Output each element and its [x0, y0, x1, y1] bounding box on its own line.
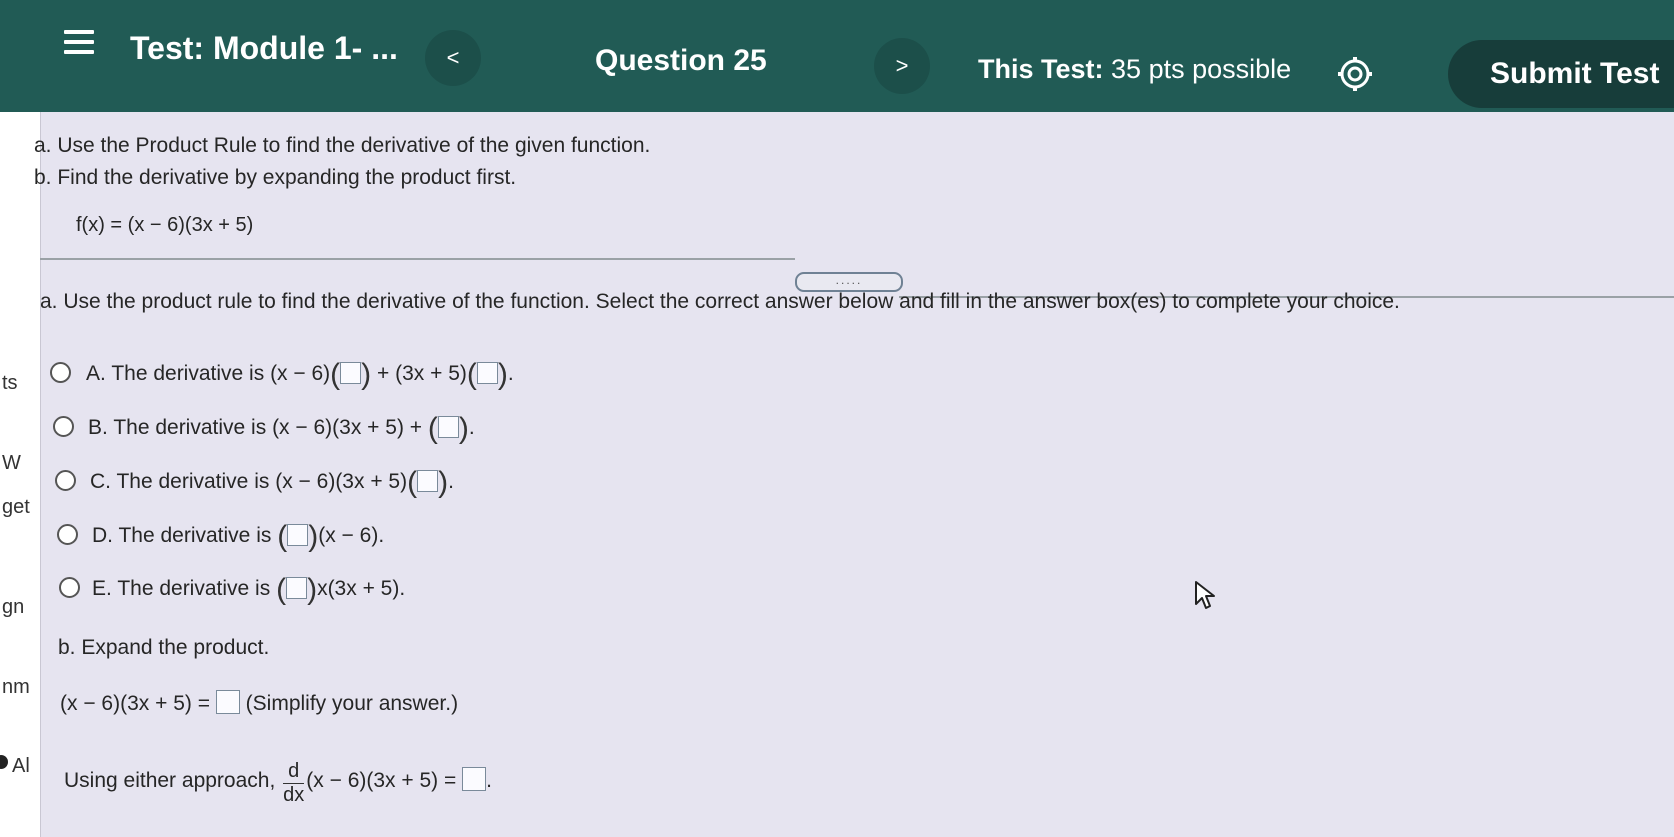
- submit-test-button[interactable]: Submit Test: [1448, 40, 1674, 108]
- option-b-text: The derivative is: [113, 416, 267, 439]
- option-c-text: The derivative is: [116, 470, 270, 493]
- next-question-button[interactable]: >: [874, 38, 930, 94]
- expand-product-line: (x − 6)(3x + 5) = (Simplify your answer.…: [60, 690, 458, 716]
- strip-text-1: ts: [2, 372, 18, 394]
- expand-lhs: (x − 6)(3x + 5) =: [60, 692, 210, 715]
- option-d: D. The derivative is ()(x − 6).: [92, 520, 385, 553]
- option-e-radio[interactable]: [59, 577, 80, 598]
- option-d-post: (x − 6).: [318, 524, 385, 547]
- option-c-post: .: [448, 470, 454, 493]
- points-prefix: This Test:: [978, 54, 1104, 84]
- strip-text-3: get: [2, 496, 30, 518]
- option-a-text: The derivative is: [111, 362, 265, 385]
- option-b-radio[interactable]: [53, 416, 74, 437]
- option-d-radio[interactable]: [57, 524, 78, 545]
- problem-part-a: a. Use the Product Rule to find the deri…: [34, 134, 651, 157]
- option-d-letter: D.: [92, 524, 113, 547]
- strip-text-5: nm: [2, 676, 30, 698]
- option-c-radio[interactable]: [55, 470, 76, 491]
- settings-gear-icon[interactable]: [1337, 56, 1373, 92]
- option-e-answer-box[interactable]: [286, 577, 308, 599]
- option-b-answer-box[interactable]: [437, 416, 459, 438]
- option-c-answer-box[interactable]: [417, 470, 439, 492]
- expand-answer-box[interactable]: [215, 690, 240, 714]
- question-part-a: a. Use the product rule to find the deri…: [40, 290, 1400, 313]
- option-a-post: .: [507, 362, 514, 385]
- test-points: This Test: 35 pts possible: [978, 54, 1291, 85]
- section-divider-left: [40, 258, 795, 260]
- option-c-letter: C.: [90, 470, 111, 493]
- option-d-text: The derivative is: [118, 524, 272, 547]
- option-b: B. The derivative is (x − 6)(3x + 5) + (…: [88, 412, 475, 445]
- strip-text-4: gn: [2, 596, 25, 618]
- option-a-answer-box-1[interactable]: [340, 362, 362, 384]
- option-e-letter: E.: [92, 577, 112, 600]
- menu-icon[interactable]: [64, 30, 94, 56]
- option-a: A. The derivative is (x − 6)() + (3x + 5…: [86, 358, 514, 391]
- expand-hint: (Simplify your answer.): [245, 692, 459, 715]
- option-c-pre: (x − 6)(3x + 5): [275, 470, 408, 493]
- function-expression: f(x) = (x − 6)(3x + 5): [76, 214, 254, 236]
- option-a-mid: + (3x + 5): [371, 362, 467, 385]
- strip-text-6: Al: [12, 755, 30, 777]
- points-value: 35 pts possible: [1111, 54, 1292, 84]
- strip-text-2: W: [2, 452, 21, 474]
- panel-resize-handle[interactable]: .....: [795, 272, 903, 292]
- test-header-bar: Test: Module 1- ... < Question 25 > This…: [0, 0, 1674, 112]
- option-e-post: x(3x + 5).: [317, 577, 406, 600]
- option-b-post: .: [468, 416, 475, 439]
- option-a-letter: A.: [86, 362, 106, 385]
- option-b-pre: (x − 6)(3x + 5) +: [272, 416, 428, 439]
- question-part-b: b. Expand the product.: [58, 636, 270, 659]
- option-a-pre: (x − 6): [270, 362, 331, 385]
- option-d-answer-box[interactable]: [287, 524, 309, 546]
- question-number: Question 25: [595, 44, 767, 77]
- mouse-cursor-icon: [1195, 581, 1215, 609]
- test-title[interactable]: Test: Module 1- ...: [130, 30, 398, 67]
- final-post: .: [486, 769, 492, 792]
- final-answer-box[interactable]: [462, 767, 487, 791]
- final-derivative-line: Using either approach, d dx (x − 6)(3x + 5…: [64, 760, 492, 807]
- option-b-letter: B.: [88, 416, 108, 439]
- option-e: E. The derivative is ()x(3x + 5).: [92, 573, 406, 606]
- final-expression: (x − 6)(3x + 5) =: [306, 769, 457, 792]
- final-prefix: Using either approach,: [64, 769, 276, 792]
- option-a-answer-box-2[interactable]: [476, 362, 498, 384]
- previous-question-button[interactable]: <: [425, 30, 481, 86]
- option-a-radio[interactable]: [50, 362, 71, 383]
- option-c: C. The derivative is (x − 6)(3x + 5)().: [90, 466, 454, 499]
- option-e-text: The derivative is: [117, 577, 271, 600]
- problem-part-b: b. Find the derivative by expanding the …: [34, 166, 517, 189]
- d-dx-fraction: d dx: [283, 760, 305, 806]
